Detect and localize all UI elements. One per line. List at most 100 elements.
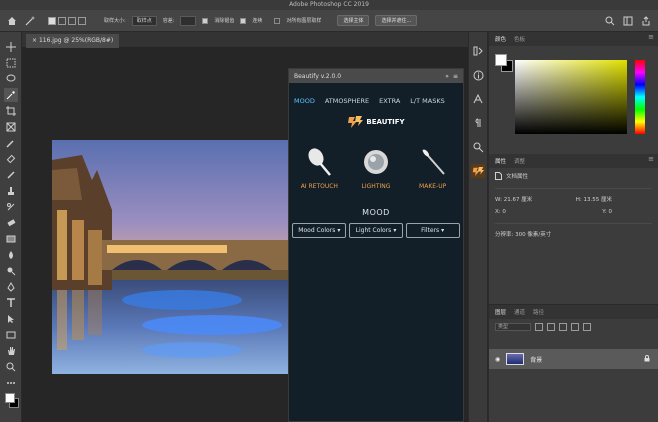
zoom-tool-icon[interactable]: [4, 360, 18, 374]
select-and-mask-button[interactable]: 选择并遮住...: [375, 15, 418, 26]
character-panel-icon[interactable]: [471, 92, 485, 106]
panel-menu-icon[interactable]: ≡: [648, 155, 654, 163]
history-panel-icon[interactable]: [471, 44, 485, 58]
adjustment-filter-icon[interactable]: [547, 323, 555, 331]
anti-alias-checkbox[interactable]: [202, 17, 209, 24]
type-tool-icon[interactable]: [4, 296, 18, 310]
lighting-label: LIGHTING: [361, 183, 391, 190]
subtract-selection-icon[interactable]: [68, 16, 76, 25]
type-filter-icon[interactable]: [559, 323, 567, 331]
pixel-filter-icon[interactable]: [535, 323, 543, 331]
smart-object-filter-icon[interactable]: [583, 323, 591, 331]
tolerance-label: 容差:: [162, 18, 175, 24]
tab-swatches[interactable]: 色板: [514, 35, 525, 43]
panel-menu-icon[interactable]: ≡: [648, 33, 654, 41]
layer-kind-filter[interactable]: 类型: [495, 323, 531, 331]
info-panel-icon[interactable]: [471, 68, 485, 82]
makeup-brush-icon: [421, 149, 445, 175]
select-subject-button[interactable]: 选择主体: [337, 15, 370, 26]
make-up-button[interactable]: MAKE-UP: [406, 147, 460, 190]
home-icon[interactable]: [6, 15, 18, 27]
collapse-icon[interactable]: »: [445, 73, 449, 80]
visibility-eye-icon[interactable]: ◉: [495, 356, 500, 363]
document-icon: [495, 172, 502, 180]
document-image[interactable]: [52, 140, 288, 374]
path-selection-tool-icon[interactable]: [4, 312, 18, 326]
eyedropper-tool-icon[interactable]: [4, 136, 18, 150]
beautify-tab-extra[interactable]: EXTRA: [379, 97, 400, 105]
all-layers-label: 对所有图层取样: [286, 18, 322, 24]
layers-panel-tabs: 图层 通道 路径: [489, 305, 658, 319]
y-value[interactable]: Y: 0: [602, 209, 612, 215]
layer-name: 背景: [530, 356, 543, 364]
magic-wand-tool-icon[interactable]: [3, 88, 18, 102]
x-value[interactable]: X: 0: [495, 209, 506, 215]
tab-paths[interactable]: 路径: [533, 308, 544, 316]
intersect-selection-icon[interactable]: [78, 16, 86, 25]
more-tools-icon[interactable]: [4, 376, 18, 390]
marquee-tool-icon[interactable]: [4, 56, 18, 70]
all-layers-checkbox[interactable]: [274, 17, 281, 24]
rectangle-tool-icon[interactable]: [4, 328, 18, 342]
hue-slider[interactable]: [635, 60, 645, 134]
beautify-plugin-icon[interactable]: [471, 164, 485, 178]
foreground-color-swatch[interactable]: [495, 54, 507, 66]
new-selection-icon[interactable]: [48, 16, 56, 25]
beautify-tab-atmosphere[interactable]: ATMOSPHERE: [325, 97, 369, 105]
hand-tool-icon[interactable]: [4, 344, 18, 358]
height-value[interactable]: H: 13.55 厘米: [576, 195, 612, 203]
stamp-tool-icon[interactable]: [4, 184, 18, 198]
beautify-tab-lt-masks[interactable]: L/T MASKS: [410, 97, 444, 105]
healing-brush-tool-icon[interactable]: [4, 152, 18, 166]
light-colors-label: Light Colors: [355, 227, 392, 234]
beautify-tab-mood[interactable]: MOOD: [294, 97, 315, 105]
lighting-button[interactable]: LIGHTING: [349, 147, 403, 190]
magic-wand-icon[interactable]: [24, 15, 36, 27]
color-swatches-icon[interactable]: [4, 392, 19, 410]
selection-mode-group: [48, 16, 86, 25]
panel-menu-icon[interactable]: ≡: [453, 73, 458, 80]
width-value[interactable]: W: 21.67 厘米: [495, 195, 532, 203]
lasso-tool-icon[interactable]: [4, 72, 18, 86]
beautify-logo-icon: [348, 116, 364, 128]
light-colors-dropdown[interactable]: Light Colors ▾: [348, 223, 403, 238]
move-tool-icon[interactable]: [4, 40, 18, 54]
close-icon[interactable]: ×: [32, 37, 39, 44]
paragraph-panel-icon[interactable]: [471, 116, 485, 130]
crop-tool-icon[interactable]: [4, 104, 18, 118]
history-brush-tool-icon[interactable]: [4, 200, 18, 214]
beautify-logo-text: BEAUTIFY: [366, 118, 405, 126]
tab-adjustments[interactable]: 调整: [514, 157, 525, 165]
brush-icon: [308, 148, 332, 176]
workspace-icon[interactable]: [622, 15, 634, 27]
eraser-tool-icon[interactable]: [4, 216, 18, 230]
blur-tool-icon[interactable]: [4, 248, 18, 262]
contiguous-label: 连续: [252, 18, 263, 24]
sample-size-select[interactable]: 取样点: [131, 15, 157, 26]
add-selection-icon[interactable]: [58, 16, 66, 25]
beautify-title: Beautify v.2.0.0: [294, 72, 342, 80]
right-panels: 颜色 色板 ≡ 属性 调整 ≡ 文档属性 W: 21.67 厘米 H: 13.5…: [489, 32, 658, 422]
search-icon[interactable]: [604, 15, 616, 27]
mood-colors-dropdown[interactable]: Mood Colors ▾: [292, 223, 347, 238]
frame-tool-icon[interactable]: [4, 120, 18, 134]
tab-properties[interactable]: 属性: [495, 157, 506, 165]
filters-dropdown[interactable]: Filters ▾: [405, 223, 460, 238]
layer-filter-row: 类型: [495, 323, 591, 331]
gradient-tool-icon[interactable]: [4, 232, 18, 246]
contiguous-checkbox[interactable]: [240, 17, 247, 24]
color-picker-field[interactable]: [515, 60, 627, 134]
tolerance-input[interactable]: [180, 15, 197, 26]
dodge-tool-icon[interactable]: [4, 264, 18, 278]
adjustment-tool-icon[interactable]: [471, 140, 485, 154]
shape-filter-icon[interactable]: [571, 323, 579, 331]
ai-retouch-button[interactable]: AI RETOUCH: [292, 147, 346, 190]
layer-row[interactable]: ◉ 背景: [489, 349, 658, 369]
share-icon[interactable]: [640, 15, 652, 27]
tab-channels[interactable]: 通道: [514, 308, 525, 316]
document-tab[interactable]: × 116.jpg @ 25%(RGB/8#): [26, 34, 120, 48]
tab-layers[interactable]: 图层: [495, 308, 506, 316]
brush-tool-icon[interactable]: [4, 168, 18, 182]
tab-color[interactable]: 颜色: [495, 35, 506, 43]
pen-tool-icon[interactable]: [4, 280, 18, 294]
